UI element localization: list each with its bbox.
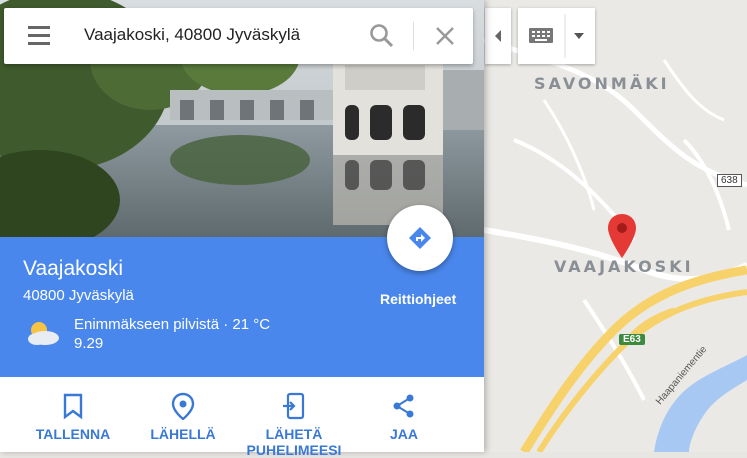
nearby-label: LÄHELLÄ [150, 426, 216, 442]
share-label: JAA [389, 426, 418, 442]
directions-icon [409, 227, 431, 249]
place-title: Vaajakoski [23, 257, 123, 280]
directions-button[interactable] [387, 205, 453, 271]
road-shield-638: 638 [717, 174, 742, 187]
collapse-panel-button[interactable] [485, 8, 511, 64]
map-label-savonmaki: SAVONMÄKI [534, 74, 670, 93]
send-to-phone-icon [283, 392, 305, 420]
road-shield-e63: E63 [619, 334, 645, 345]
search-divider [413, 22, 414, 50]
caret-left-icon [495, 30, 501, 42]
send-to-phone-button[interactable]: LÄHETÄ PUHELIMEESI [244, 392, 344, 458]
share-button[interactable]: JAA [354, 392, 454, 442]
map-pin-icon[interactable] [608, 214, 636, 258]
search-input[interactable]: Vaajakoski, 40800 Jyväskylä [84, 25, 300, 45]
save-button[interactable]: TALLENNA [23, 392, 123, 442]
map-label-vaajakoski: VAAJAKOSKI [554, 257, 694, 276]
save-label: TALLENNA [35, 426, 111, 442]
input-tools-button[interactable] [518, 8, 595, 64]
share-icon [393, 394, 414, 418]
place-address: 40800 Jyväskylä [23, 287, 134, 304]
nearby-icon [171, 392, 195, 420]
menu-icon[interactable] [28, 26, 52, 46]
map-canvas[interactable]: SAVONMÄKI VAAJAKOSKI 638 E63 Haapaniemen… [484, 0, 747, 452]
partly-cloudy-icon [28, 322, 59, 345]
close-icon[interactable] [434, 22, 458, 50]
search-icon[interactable] [368, 22, 396, 50]
send-to-phone-label: LÄHETÄ PUHELIMEESI [246, 426, 342, 458]
bookmark-icon [63, 393, 83, 420]
weather-time: 9.29 [74, 335, 104, 352]
keyboard-icon [529, 14, 584, 58]
place-panel: Vaajakoski, 40800 Jyväskylä Vaajakoski 4… [0, 0, 484, 458]
search-box[interactable]: Vaajakoski, 40800 Jyväskylä [4, 8, 473, 64]
directions-label[interactable]: Reittiohjeet [380, 291, 456, 307]
nearby-button[interactable]: LÄHELLÄ [133, 392, 233, 442]
weather-summary: Enimmäkseen pilvistä · 21 °C [74, 316, 271, 333]
